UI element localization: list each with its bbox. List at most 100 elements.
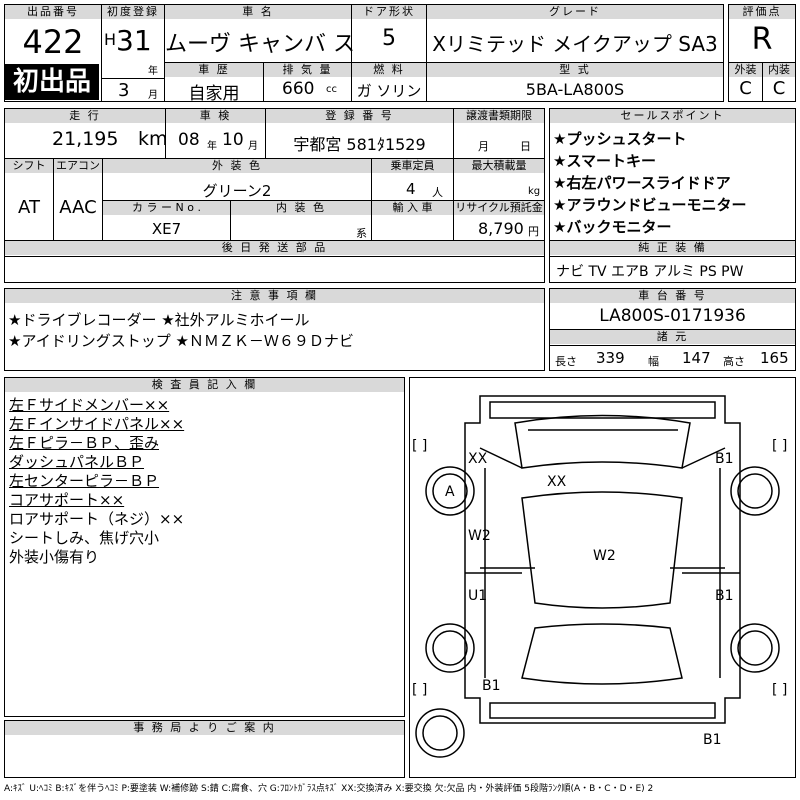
mileage-unit: km	[138, 128, 168, 150]
model-label: 型 式	[427, 63, 723, 77]
inspector-line: 左センターピラ－ＢＰ	[9, 472, 160, 490]
spec-label: 諸 元	[550, 330, 795, 344]
capacity-unit: 人	[432, 186, 443, 199]
color-number: XE7	[151, 220, 182, 238]
displacement: 660	[282, 79, 315, 99]
inspector-line: シートしみ、焦げ穴小	[9, 529, 160, 547]
int-color-label: 内 装 色	[231, 201, 371, 215]
mileage: 21,195	[52, 128, 119, 150]
length-label: 長さ	[555, 355, 577, 368]
insp-month: 10	[222, 130, 244, 150]
bracket-left-top: [ ]	[412, 438, 427, 454]
transfer-month: 月	[478, 140, 489, 153]
reg-month: 3	[118, 80, 130, 101]
car-damage-diagram: XX XX B1 A W2 W2 U1 B1 B1 B1 [ ] [ ] [ ]…	[412, 395, 787, 758]
caution-label: 注 意 事 項 欄	[5, 289, 544, 303]
score: R	[751, 22, 773, 57]
length: 339	[596, 349, 625, 367]
mark-right-rear-door: B1	[715, 588, 734, 604]
mark-hood: XX	[547, 474, 567, 490]
shift: AT	[18, 197, 40, 218]
fuel: ガ ソリン	[356, 82, 422, 100]
inspection-label: 車 検	[166, 109, 265, 123]
sales-point: ★アラウンドビューモニター	[553, 196, 747, 214]
history-label: 車 歴	[165, 63, 263, 77]
reg-year: 31	[116, 24, 152, 57]
mark-rear-left: B1	[482, 678, 501, 694]
shift-label: シフト	[5, 159, 53, 173]
ac-label: エアコン	[54, 159, 102, 173]
insp-month-unit: 月	[248, 141, 258, 152]
transfer-label: 譲渡書類期限	[454, 109, 544, 123]
inspector-line: 外装小傷有り	[9, 548, 100, 566]
inspector-line: 左Ｆインサイドパネル××	[9, 415, 185, 433]
ext-label: 外装	[729, 63, 762, 77]
inspector-label: 検 査 員 記 入 欄	[5, 378, 404, 392]
inspector-line: 左Ｆサイドメンバー××	[9, 396, 170, 414]
import-label: 輸 入 車	[372, 201, 453, 215]
exterior-color: グリーン2	[202, 182, 272, 200]
door-count: 5	[382, 26, 396, 51]
sales-points: ★プッシュスタート ★スマートキー ★右左パワースライドドア ★アラウンドビューモニタ…	[553, 128, 793, 238]
sales-point: ★バックモニター	[553, 218, 672, 236]
equipment: ナビ TV エアB アルミ PS PW	[556, 264, 744, 280]
inspector-line: ロアサポート（ネジ）××	[9, 510, 185, 528]
history: 自家用	[188, 84, 240, 104]
lot-number: 422	[22, 23, 84, 61]
mark-front-right: B1	[715, 451, 734, 467]
car-name-label: 車 名	[165, 5, 351, 19]
month-unit: 月	[148, 90, 158, 101]
sales-point: ★スマートキー	[553, 152, 656, 170]
car-name: ムーヴ キャンバ ス	[165, 32, 355, 57]
ext-grade: C	[739, 78, 752, 99]
mark-roof: W2	[593, 548, 616, 564]
capacity-label: 乗車定員	[372, 159, 453, 173]
grade: Xリミテッド メイクアップ SA3	[432, 32, 718, 56]
door-label: ドア形状	[352, 5, 426, 19]
bracket-left-bottom: [ ]	[412, 682, 427, 698]
caution-line: ★ドライブレコーダー ★社外アルミホイール	[8, 311, 310, 329]
inspector-notes: 左Ｆサイドメンバー×× 左Ｆインサイドパネル×× 左Ｆピラ－ＢＰ、歪み ダッシュパネル…	[9, 396, 404, 567]
width-label: 幅	[648, 355, 659, 368]
mileage-label: 走 行	[5, 109, 165, 123]
displacement-label: 排 気 量	[264, 63, 351, 77]
insp-year-unit: 年	[207, 141, 217, 152]
height-label: 高さ	[723, 355, 745, 368]
recycle-label: リサイクル預託金	[454, 201, 544, 215]
later-parts-label: 後 日 発 送 部 品	[5, 241, 544, 255]
first-listing-badge: 初出品	[5, 64, 99, 100]
capacity: 4	[406, 180, 416, 198]
mark-front-left-wheel: A	[445, 484, 455, 500]
chassis-label: 車 台 番 号	[550, 289, 795, 303]
transfer-day: 日	[520, 140, 531, 153]
color-label: 外 装 色	[103, 159, 371, 173]
caution-notes: ★ドライブレコーダー ★社外アルミホイール ★アイドリングストップ ★ＮＭＺＫ－Ｗ…	[8, 310, 543, 352]
caution-line: ★アイドリングストップ ★ＮＭＺＫ－Ｗ６９Ｄナビ	[8, 332, 354, 350]
bracket-right-top: [ ]	[772, 438, 787, 454]
mark-front-left: XX	[468, 451, 488, 467]
int-label: 内装	[763, 63, 795, 77]
fuel-label: 燃 料	[352, 63, 426, 77]
inspector-line: 左Ｆピラ－ＢＰ、歪み	[9, 434, 160, 452]
displacement-unit: cc	[326, 84, 337, 95]
width: 147	[682, 349, 711, 367]
chassis-number: LA800S-0171936	[599, 306, 746, 326]
height: 165	[760, 349, 789, 367]
sales-point: ★右左パワースライドドア	[553, 174, 731, 192]
recycle-unit: 円	[528, 225, 539, 238]
office-label: 事 務 局 よ り ご 案 内	[5, 721, 404, 735]
recycle-fee: 8,790	[478, 219, 524, 238]
plate-label: 登 録 番 号	[266, 109, 453, 123]
insp-year: 08	[178, 130, 200, 150]
load-unit: kg	[528, 186, 541, 197]
inspector-line: コアサポート××	[9, 491, 125, 509]
inspector-line: ダッシュパネルＢＰ	[9, 453, 145, 471]
mark-left-rear-door: U1	[468, 588, 487, 604]
mark-left-front-door: W2	[468, 528, 491, 544]
grade-label: グレード	[427, 5, 723, 19]
int-grade: C	[772, 78, 786, 99]
bracket-right-bottom: [ ]	[772, 682, 787, 698]
lot-label: 出品番号	[5, 5, 101, 19]
plate-number: 宇都宮 581ﾀ1529	[293, 135, 426, 154]
model: 5BA-LA800S	[525, 80, 625, 99]
